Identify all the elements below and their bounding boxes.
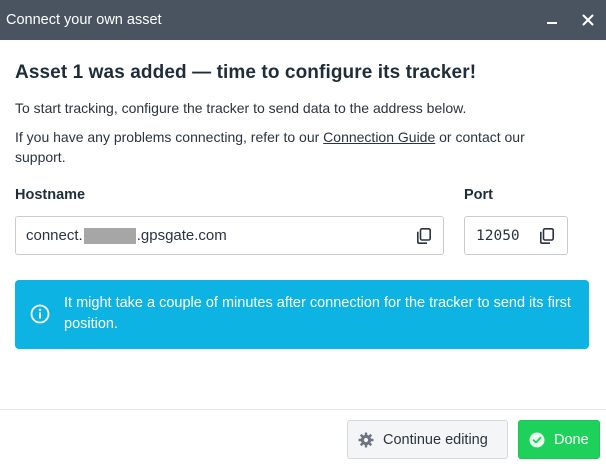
hostname-value: connect. .gpsgate.com [26,227,227,244]
hostname-redacted [83,227,136,244]
info-text: It might take a couple of minutes after … [64,295,571,332]
done-button[interactable]: Done [518,420,600,459]
copy-icon [417,228,431,244]
copy-port-button[interactable] [537,226,557,246]
continue-editing-label: Continue editing [383,431,488,448]
info-icon [30,304,50,324]
done-label: Done [554,431,589,448]
info-banner: It might take a couple of minutes after … [15,280,589,349]
minimize-button[interactable] [534,0,570,40]
help-text-prefix: If you have any problems connecting, ref… [15,129,324,145]
dialog-heading-container: Asset 1 was added — time to configure it… [15,62,591,84]
copy-icon [540,228,554,244]
close-button[interactable] [570,0,606,40]
help-text: If you have any problems connecting, ref… [15,127,575,167]
intro-text: To start tracking, configure the tracker… [15,100,467,116]
check-circle-icon [529,432,545,447]
window-titlebar: Connect your own asset [0,0,606,40]
port-label: Port [464,187,493,203]
window-title: Connect your own asset [6,12,162,28]
hostname-label: Hostname [15,187,86,203]
minimize-icon [547,22,557,24]
copy-hostname-button[interactable] [414,226,434,246]
hostname-suffix: .gpsgate.com [136,227,227,244]
gear-icon [358,432,374,447]
hostname-prefix: connect. [26,227,83,244]
port-value: 12050 [476,227,520,244]
connection-guide-link[interactable]: Connection Guide [323,129,435,145]
footer-divider [0,409,606,410]
dialog-heading: Asset 1 was added — time to configure it… [15,62,477,83]
port-field[interactable]: 12050 [464,216,568,255]
hostname-field[interactable]: connect. .gpsgate.com [15,216,444,255]
close-icon [582,14,594,26]
continue-editing-button[interactable]: Continue editing [347,420,508,459]
